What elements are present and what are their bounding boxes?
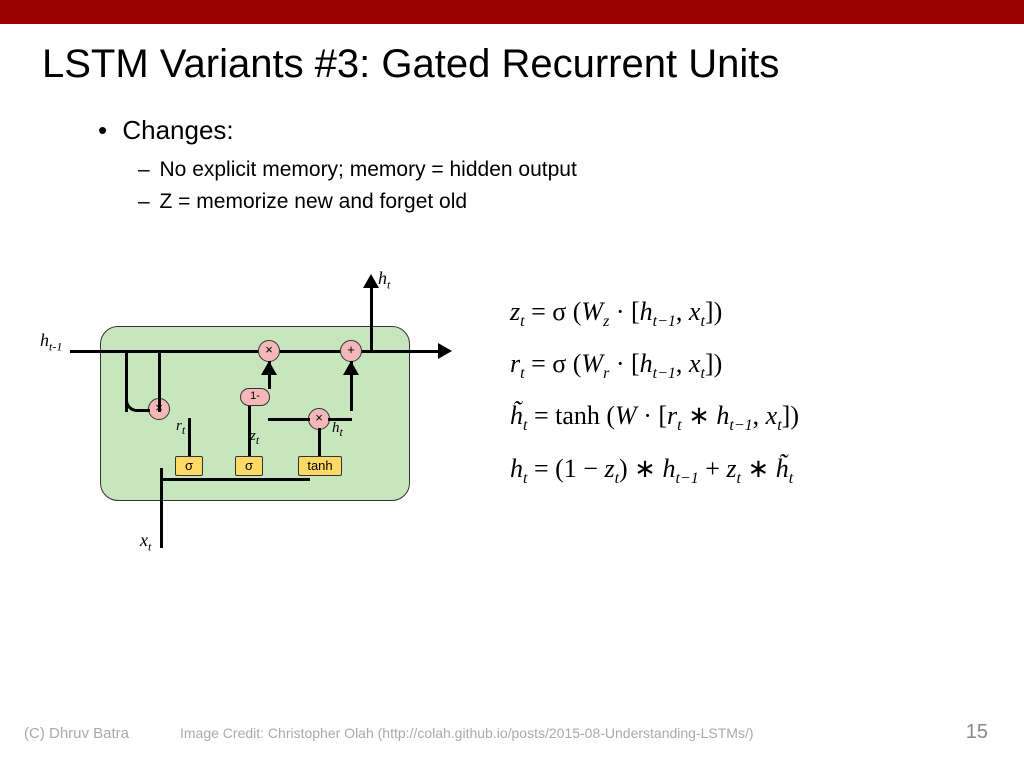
equation-z: zt = σ (Wz · [ht−1, xt]): [510, 286, 799, 338]
equations-block: zt = σ (Wz · [ht−1, xt]) rt = σ (Wr · [h…: [450, 268, 799, 495]
sub-bullet-list: No explicit memory; memory = hidden outp…: [98, 146, 1024, 218]
z-to-mul-line: [268, 418, 310, 421]
htilde-label: h̃t: [332, 420, 343, 440]
one-minus-op: 1-: [240, 388, 270, 406]
h-arrow-out: [438, 343, 452, 359]
sigma-gate-r: σ: [175, 456, 203, 476]
bullet-main: Changes:: [120, 115, 1024, 146]
equation-r: rt = σ (Wr · [ht−1, xt]): [510, 338, 799, 390]
r-out-line: [188, 418, 191, 456]
h-down-2: [158, 352, 161, 412]
r-label: rt: [176, 418, 185, 438]
h-prev-label: ht-1: [40, 330, 62, 355]
page-number: 15: [966, 721, 1024, 744]
plus-op: +: [340, 340, 362, 362]
footer: (C) Dhruv Batra Image Credit: Christophe…: [0, 721, 1024, 744]
ht-up-line: [370, 286, 373, 352]
x-in-label: xt: [140, 530, 151, 555]
gru-diagram: σ σ tanh × + × 1- × ht-1 ht xt rt zt h̃t: [40, 268, 450, 558]
z-to-top-arrow: [261, 361, 277, 375]
sigma-gate-z: σ: [235, 456, 263, 476]
bullet-list: Changes: No explicit memory; memory = hi…: [0, 87, 1024, 218]
tanh-out-line: [318, 428, 321, 456]
x-distrib-line: [160, 478, 310, 481]
tanh-gate: tanh: [298, 456, 342, 476]
htilde-to-plus-arrow: [343, 361, 359, 375]
mul-op-htilde: ×: [308, 408, 330, 430]
z-label: zt: [250, 428, 259, 448]
ht-up-arrow: [363, 274, 379, 288]
image-credit: Image Credit: Christopher Olah (http://c…: [180, 725, 966, 741]
content-row: σ σ tanh × + × 1- × ht-1 ht xt rt zt h̃t: [0, 218, 1024, 558]
sub-bullet-2: Z = memorize new and forget old: [160, 186, 1024, 218]
mul-op-top: ×: [258, 340, 280, 362]
h-out-label: ht: [378, 268, 390, 293]
copyright-text: (C) Dhruv Batra: [0, 725, 180, 742]
equation-h: ht = (1 − zt) ∗ ht−1 + zt ∗ h̃t: [510, 443, 799, 495]
sub-bullet-1: No explicit memory; memory = hidden outp…: [160, 154, 1024, 186]
top-bar: [0, 0, 1024, 24]
equation-htilde: h̃t = tanh (W · [rt ∗ ht−1, xt]): [510, 390, 799, 442]
slide-title: LSTM Variants #3: Gated Recurrent Units: [0, 24, 1024, 87]
